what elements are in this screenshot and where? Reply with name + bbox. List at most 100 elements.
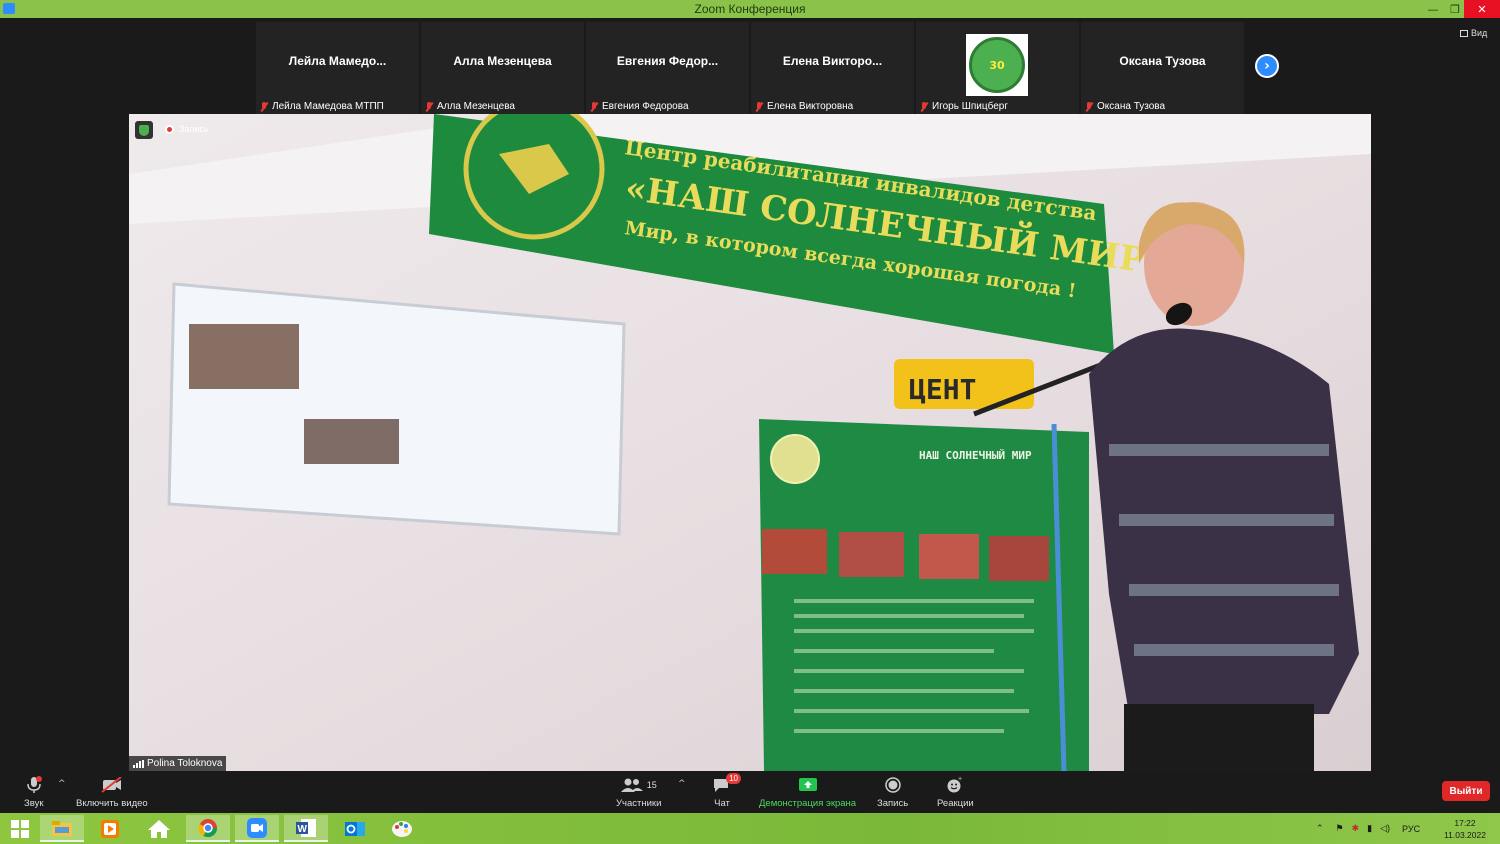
poster-emblem: [770, 434, 820, 484]
encryption-shield-icon[interactable]: [135, 121, 153, 139]
audio-options-caret-icon[interactable]: ^: [58, 779, 66, 789]
svg-text:W: W: [298, 824, 308, 835]
poster-title: НАШ СОЛНЕЧНЫЙ МИР: [919, 449, 1032, 462]
taskbar-zoom[interactable]: [235, 815, 279, 842]
chat-badge: 10: [726, 773, 741, 784]
emoji-reaction-icon: +: [946, 775, 964, 795]
start-button[interactable]: [0, 815, 40, 842]
mic-muted-icon: [259, 101, 269, 112]
volume-icon[interactable]: ◁): [1380, 823, 1390, 834]
participant-thumbnail[interactable]: Алла Мезенцева Алла Мезенцева: [421, 22, 584, 114]
action-center-flag-icon[interactable]: ⚑: [1336, 823, 1344, 834]
taskbar-outlook[interactable]: [333, 815, 377, 842]
view-button[interactable]: Вид: [1460, 28, 1487, 38]
participant-label: Алла Мезенцева: [437, 101, 515, 112]
title-bar: Zoom Конференция — ❐ ✕: [0, 0, 1500, 18]
participant-label: Евгения Федорова: [602, 101, 689, 112]
outlook-icon: [345, 821, 365, 836]
view-label: Вид: [1471, 28, 1488, 38]
home-icon: [148, 819, 170, 838]
next-page-button[interactable]: ›: [1255, 54, 1279, 78]
logo-emblem: 30: [969, 37, 1025, 93]
video-button[interactable]: Включить видео: [76, 775, 148, 809]
recording-label: Запись: [179, 124, 209, 134]
mic-muted-icon: [1084, 101, 1094, 112]
speaker-name: Polina Toloknova: [147, 758, 223, 769]
grid-view-icon: [1460, 29, 1468, 37]
poster-photo: [762, 529, 827, 574]
mic-muted-icon: [424, 101, 434, 112]
taskbar-word[interactable]: W: [284, 815, 328, 842]
poster-photo: [839, 532, 904, 577]
folder-icon: [52, 820, 72, 836]
projection-screen: [167, 282, 626, 536]
share-screen-label: Демонстрация экрана: [759, 798, 857, 809]
poster-photo: [919, 534, 979, 579]
participant-thumbnail[interactable]: 30 Игорь Шпицберг: [916, 22, 1079, 114]
active-speaker-video: Центр реабилитации инвалидов детства «НА…: [129, 114, 1371, 771]
taskbar-paint[interactable]: [380, 815, 424, 842]
tray-overflow-icon[interactable]: ⌃: [1316, 823, 1324, 834]
language-indicator[interactable]: РУС: [1402, 824, 1420, 834]
thumbnail-strip: Лейла Мамедо... Лейла Мамедова МТПП Алла…: [0, 18, 1500, 114]
close-button[interactable]: ✕: [1464, 0, 1500, 18]
participants-options-caret-icon[interactable]: ^: [678, 779, 686, 789]
chrome-icon: [198, 818, 217, 837]
participant-display-name: Евгения Федор...: [616, 54, 719, 68]
antivirus-icon[interactable]: ✱: [1352, 823, 1360, 834]
mic-muted-icon: [754, 101, 764, 112]
svg-text:+: +: [958, 776, 962, 783]
participant-display-name: Оксана Тузова: [1119, 54, 1206, 68]
participant-display-name: Алла Мезенцева: [453, 54, 552, 68]
windows-logo-icon: [11, 819, 29, 838]
media-player-icon: [101, 819, 119, 838]
clock-time: 17:22: [1454, 818, 1476, 828]
minimize-button[interactable]: —: [1422, 0, 1444, 18]
maximize-button[interactable]: ❐: [1444, 0, 1466, 18]
participants-icon: 15: [620, 775, 657, 795]
participant-thumbnail[interactable]: Евгения Федор... Евгения Федорова: [586, 22, 749, 114]
screen-thumbnail: [189, 324, 299, 389]
chat-icon: 10: [713, 773, 741, 795]
record-button[interactable]: Запись: [877, 775, 908, 809]
chat-button[interactable]: 10 Чат: [713, 773, 741, 809]
taskbar-home[interactable]: [137, 815, 181, 842]
clock-date: 11.03.2022: [1444, 830, 1486, 840]
yellow-sign-text: ЦЕНТ: [909, 373, 976, 406]
windows-taskbar: W ⌃ ⚑ ✱ ▮ ◁) РУС 17:22 11.03.2022: [0, 813, 1500, 844]
record-icon: [884, 775, 902, 795]
video-off-icon: [101, 775, 123, 795]
participants-button[interactable]: 15 Участники: [616, 775, 661, 809]
taskbar-chrome[interactable]: [186, 815, 230, 842]
audio-button[interactable]: Звук: [24, 775, 43, 809]
zoom-icon: [247, 817, 267, 838]
recording-indicator: Запись: [165, 124, 209, 134]
mic-muted-icon: [919, 101, 929, 112]
taskbar-media-player[interactable]: [88, 815, 132, 842]
reactions-button[interactable]: + Реакции: [937, 775, 974, 809]
paint-palette-icon: [392, 820, 412, 837]
window-title: Zoom Конференция: [694, 2, 806, 16]
participant-label: Игорь Шпицберг: [932, 101, 1009, 112]
participant-label: Оксана Тузова: [1097, 101, 1166, 112]
system-tray: ⌃ ⚑ ✱ ▮ ◁) РУС: [1316, 813, 1420, 844]
record-dot-icon: [165, 124, 174, 134]
participant-display-name: Лейла Мамедо...: [288, 54, 387, 68]
participant-thumbnail[interactable]: Оксана Тузова Оксана Тузова: [1081, 22, 1244, 114]
participant-thumbnail[interactable]: Елена Викторо... Елена Викторовна: [751, 22, 914, 114]
audio-label: Звук: [24, 798, 44, 809]
network-signal-icon[interactable]: ▮: [1367, 823, 1372, 834]
microphone-icon: [26, 775, 42, 795]
leave-meeting-button[interactable]: Выйти: [1442, 781, 1490, 801]
video-frame: Центр реабилитации инвалидов детства «НА…: [129, 114, 1371, 771]
share-screen-button[interactable]: Демонстрация экрана: [759, 775, 856, 809]
system-clock[interactable]: 17:22 11.03.2022: [1440, 817, 1490, 841]
connection-signal-icon: [133, 759, 144, 768]
participant-thumbnail[interactable]: Лейла Мамедо... Лейла Мамедова МТПП: [256, 22, 419, 114]
video-label: Включить видео: [76, 798, 148, 809]
screen-thumbnail: [304, 419, 399, 464]
taskbar-file-explorer[interactable]: [40, 815, 84, 842]
speaker-name-tag: Polina Toloknova: [129, 756, 227, 771]
poster-photo: [989, 536, 1049, 581]
meeting-toolbar: Звук ^ Включить видео 15 Участники ^ 10 …: [0, 771, 1500, 813]
